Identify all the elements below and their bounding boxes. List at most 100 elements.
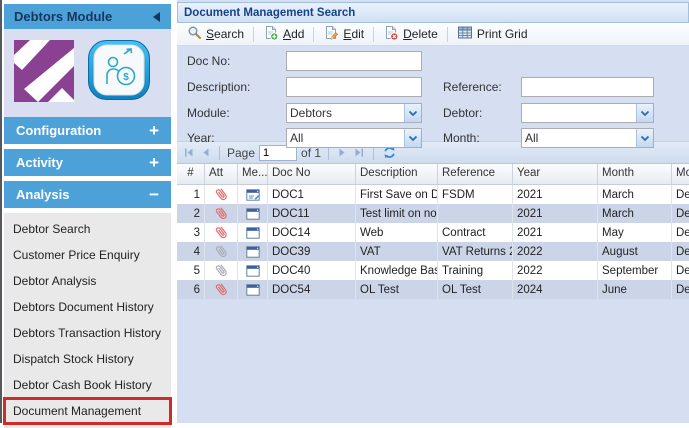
search-button[interactable]: Search — [181, 23, 250, 45]
column-header-doc-no[interactable]: Doc No — [268, 164, 356, 184]
sidebar-item-label: Dispatch Stock History — [13, 352, 134, 366]
grid-header: # Att Me... Doc No Description Reference… — [177, 164, 689, 185]
sidebar-item-document-management[interactable]: Document Management — [4, 398, 171, 424]
sidebar: Debtors Module — [0, 0, 174, 423]
module-cell: Debtors — [672, 280, 689, 299]
search-form: Doc No: Description: Module: Debtors Yea… — [177, 46, 689, 141]
doc-no-cell: DOC11 — [268, 204, 356, 223]
panel-title: Document Management Search — [184, 7, 355, 19]
reference-field-wrap — [521, 77, 654, 97]
chevron-down-icon[interactable] — [404, 104, 421, 122]
module-select[interactable]: Debtors — [286, 103, 422, 123]
column-header-month[interactable]: Month — [598, 164, 672, 184]
chevron-down-icon[interactable] — [404, 129, 421, 147]
collapse-sidebar-icon[interactable] — [152, 11, 161, 23]
column-header-year[interactable]: Year — [513, 164, 598, 184]
sidebar-title: Debtors Module — [14, 9, 112, 24]
grid-row[interactable]: 3 DOC14 Web Contract 2021 May Debtors — [177, 223, 689, 242]
page-label: Page — [227, 146, 255, 160]
year-cell: 2021 — [513, 185, 598, 204]
sidebar-item-debtor-analysis[interactable]: Debtor Analysis — [4, 268, 171, 294]
delete-button[interactable]: Delete — [377, 23, 444, 46]
first-page-icon[interactable] — [182, 146, 196, 159]
prev-page-icon[interactable] — [200, 146, 212, 159]
svg-text:$: $ — [123, 72, 129, 83]
column-header-memo[interactable]: Me... — [238, 164, 268, 184]
reference-cell: OL Test — [438, 280, 513, 299]
column-header-number[interactable]: # — [177, 164, 205, 184]
year-select[interactable]: All — [286, 128, 422, 148]
grid-row[interactable]: 6 DOC54 OL Test OL Test 2024 June Debtor… — [177, 280, 689, 299]
sidebar-item-label: Debtor Cash Book History — [13, 378, 152, 392]
attachment-cell — [205, 185, 238, 204]
section-label: Analysis — [16, 187, 69, 202]
edit-button[interactable]: Edit — [317, 23, 370, 46]
sidebar-item-label: Customer Price Enquiry — [13, 248, 140, 262]
sidebar-logo-strip: $ — [4, 29, 171, 117]
attachment-cell — [205, 261, 238, 280]
row-number-cell: 4 — [177, 242, 205, 261]
memo-icon — [246, 208, 260, 220]
doc-no-label: Doc No: — [187, 54, 230, 68]
column-header-attachment[interactable]: Att — [205, 164, 238, 184]
chevron-down-icon[interactable] — [636, 129, 653, 147]
sidebar-item-debtor-cash-book-history[interactable]: Debtor Cash Book History — [4, 372, 171, 398]
reference-cell: Training — [438, 261, 513, 280]
toolbar-separator — [253, 27, 254, 42]
year-cell: 2022 — [513, 261, 598, 280]
year-label: Year: — [187, 131, 215, 145]
sidebar-item-label: Debtors Transaction History — [13, 326, 161, 340]
toolbar: Search Add — [177, 23, 689, 46]
sidebar-item-debtors-transaction-history[interactable]: Debtors Transaction History — [4, 320, 171, 346]
add-button[interactable]: Add — [257, 23, 310, 46]
toolbar-separator — [373, 27, 374, 42]
module-cell: Debtors — [672, 185, 689, 204]
debtor-select[interactable] — [521, 103, 654, 123]
chevron-down-icon[interactable] — [636, 104, 653, 122]
pager-separator — [219, 146, 220, 160]
sidebar-item-debtor-search[interactable]: Debtor Search — [4, 216, 171, 242]
sidebar-item-debtors-document-history[interactable]: Debtors Document History — [4, 294, 171, 320]
reference-input[interactable] — [521, 77, 654, 97]
module-cell: Debtors — [672, 261, 689, 280]
memo-cell — [238, 223, 268, 242]
month-select[interactable]: All — [521, 128, 654, 148]
doc-no-cell: DOC54 — [268, 280, 356, 299]
description-cell: Test limit on no... — [356, 204, 438, 223]
section-analysis[interactable]: Analysis − — [4, 181, 171, 208]
paperclip-icon — [211, 204, 231, 223]
grid-row[interactable]: 2 DOC11 Test limit on no... 2021 March D… — [177, 204, 689, 223]
company-logo — [14, 40, 74, 107]
reference-label: Reference: — [443, 80, 502, 94]
memo-icon — [246, 284, 260, 296]
doc-no-input[interactable] — [286, 51, 422, 71]
paperclip-icon — [211, 261, 231, 280]
section-configuration[interactable]: Configuration + — [4, 117, 171, 144]
add-icon — [263, 25, 279, 44]
sidebar-item-dispatch-stock-history[interactable]: Dispatch Stock History — [4, 346, 171, 372]
expand-icon[interactable]: + — [149, 122, 159, 139]
collapse-icon[interactable]: − — [149, 186, 159, 203]
grid-row[interactable]: 4 DOC39 VAT VAT Returns 20... 2022 Augus… — [177, 242, 689, 261]
column-header-module[interactable]: Module — [672, 164, 689, 184]
paperclip-icon — [211, 185, 231, 204]
toolbar-separator — [447, 27, 448, 42]
year-cell: 2021 — [513, 204, 598, 223]
column-header-description[interactable]: Description — [356, 164, 438, 184]
description-field-wrap — [286, 77, 422, 97]
section-activity[interactable]: Activity + — [4, 149, 171, 176]
sidebar-item-customer-price-enquiry[interactable]: Customer Price Enquiry — [4, 242, 171, 268]
description-cell: Knowledge Bas... — [356, 261, 438, 280]
grid-row[interactable]: 5 DOC40 Knowledge Bas... Training 2022 S… — [177, 261, 689, 280]
print-grid-button[interactable]: Print Grid — [451, 23, 534, 45]
expand-icon[interactable]: + — [149, 154, 159, 171]
grid-row[interactable]: 1 DOC1 First Save on D... FSDM 2021 Marc… — [177, 185, 689, 204]
reference-cell: VAT Returns 20... — [438, 242, 513, 261]
debtors-module-app-icon: $ — [88, 40, 150, 107]
module-label: Module: — [187, 106, 230, 120]
memo-cell — [238, 261, 268, 280]
column-header-reference[interactable]: Reference — [438, 164, 513, 184]
delete-icon — [383, 25, 399, 44]
description-cell: OL Test — [356, 280, 438, 299]
description-input[interactable] — [286, 77, 422, 97]
